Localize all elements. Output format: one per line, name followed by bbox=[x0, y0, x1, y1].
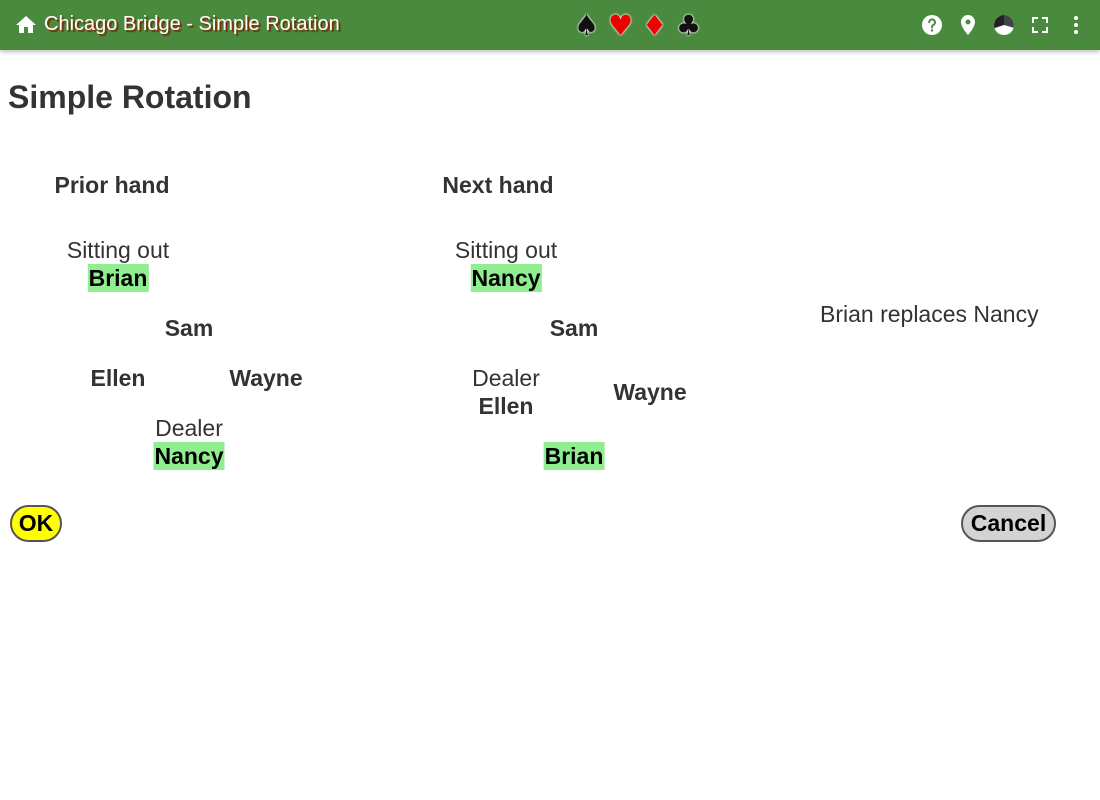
dealer-label: Dealer bbox=[155, 415, 223, 441]
more-vert-icon[interactable] bbox=[1064, 13, 1088, 37]
fullscreen-icon[interactable] bbox=[1028, 13, 1052, 37]
next-south-player: Brian bbox=[543, 442, 605, 470]
app-bar: Chicago Bridge - Simple Rotation ♠ ♥ ♦ ♣ bbox=[0, 0, 1100, 50]
player-name: Nancy bbox=[470, 264, 542, 292]
player-name: Brian bbox=[87, 264, 149, 292]
sitting-out-label: Sitting out bbox=[454, 237, 558, 263]
help-icon[interactable] bbox=[920, 13, 944, 37]
ok-button[interactable]: OK bbox=[10, 505, 62, 542]
next-sitting-out: Sitting out Nancy bbox=[455, 236, 557, 292]
prior-east-player: Wayne bbox=[229, 365, 303, 391]
spade-icon: ♠ bbox=[574, 9, 600, 42]
pie-chart-icon[interactable] bbox=[992, 13, 1016, 37]
club-icon: ♣ bbox=[676, 9, 702, 42]
next-east-player: Wayne bbox=[613, 379, 687, 405]
heart-icon: ♥ bbox=[608, 9, 634, 42]
player-name: Nancy bbox=[153, 442, 225, 470]
home-icon[interactable] bbox=[14, 13, 38, 37]
next-hand-heading: Next hand bbox=[442, 172, 554, 198]
rotation-summary: Brian replaces Nancy bbox=[820, 301, 1039, 327]
sitting-out-label: Sitting out bbox=[66, 237, 170, 263]
app-bar-actions bbox=[920, 13, 1088, 37]
dealer-label: Dealer bbox=[472, 365, 540, 391]
suit-icons: ♠ ♥ ♦ ♣ bbox=[574, 9, 702, 42]
location-pin-icon[interactable] bbox=[956, 13, 980, 37]
next-west-seat: Dealer Ellen bbox=[472, 364, 540, 420]
prior-sitting-out: Sitting out Brian bbox=[67, 236, 169, 292]
diamond-icon: ♦ bbox=[642, 9, 668, 42]
app-title: Chicago Bridge - Simple Rotation bbox=[44, 13, 340, 35]
player-name: Ellen bbox=[478, 393, 534, 419]
prior-south-seat: Dealer Nancy bbox=[153, 414, 225, 470]
prior-west-player: Ellen bbox=[90, 365, 146, 391]
prior-north-player: Sam bbox=[164, 315, 214, 341]
next-north-player: Sam bbox=[549, 315, 599, 341]
prior-hand-heading: Prior hand bbox=[54, 172, 170, 198]
page-title: Simple Rotation bbox=[8, 79, 252, 115]
cancel-button[interactable]: Cancel bbox=[961, 505, 1056, 542]
